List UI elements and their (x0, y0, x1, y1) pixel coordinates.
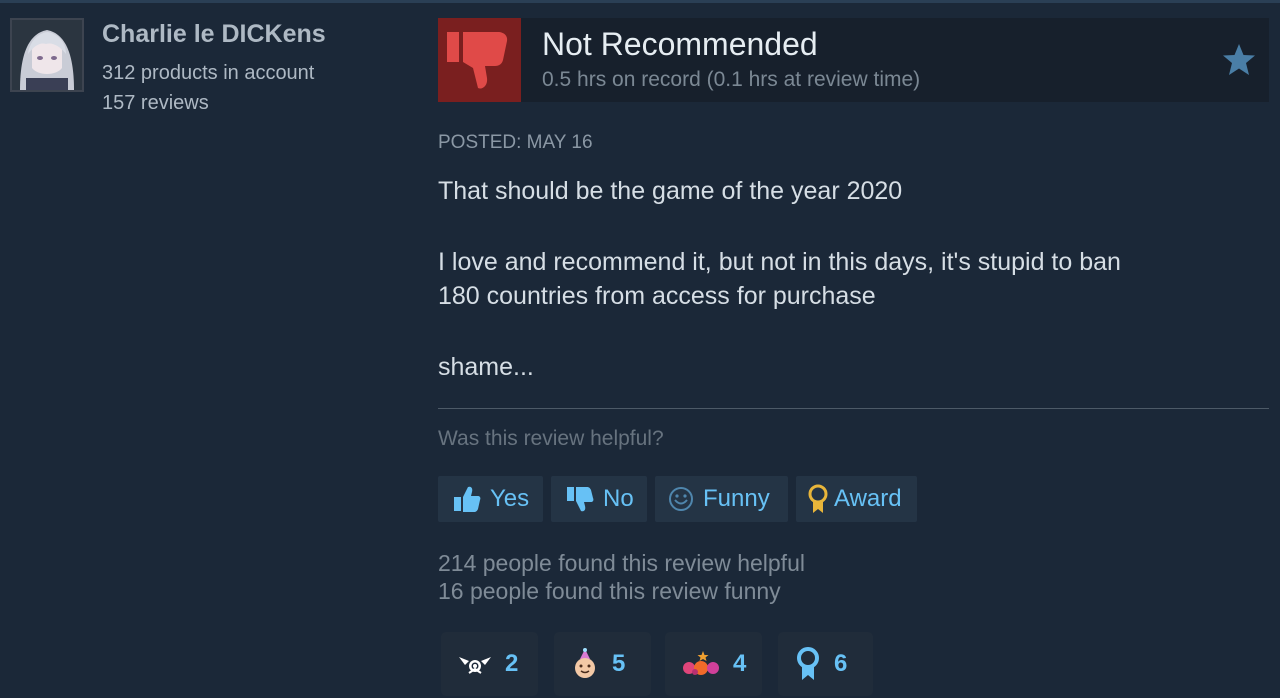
author-name[interactable]: Charlie le DICKens (102, 20, 326, 49)
helpful-count: 214 people found this review helpful (438, 550, 805, 576)
award-chip-winged[interactable]: 2 (441, 632, 538, 696)
vote-funny-label: Funny (703, 485, 770, 512)
vote-yes-button[interactable]: Yes (438, 476, 543, 522)
star-icon[interactable] (1221, 42, 1257, 78)
award-count: 2 (505, 650, 519, 677)
author-reviews-count[interactable]: 157 reviews (102, 92, 209, 115)
award-button[interactable]: Award (796, 476, 917, 522)
vote-yes-label: Yes (490, 485, 530, 512)
award-chip-confetti[interactable]: 4 (665, 632, 762, 696)
review-verdict[interactable]: Not Recommended (542, 26, 818, 63)
award-count: 4 (733, 650, 747, 677)
funny-count: 16 people found this review funny (438, 578, 781, 604)
review-author: Charlie le DICKens 312 products in accou… (10, 18, 410, 114)
vote-funny-button[interactable]: Funny (655, 476, 788, 522)
party-face-award-icon (575, 648, 595, 678)
award-label: Award (834, 485, 902, 512)
hours-on-record: 0.5 hrs on record (0.1 hrs at review tim… (542, 68, 921, 91)
top-border (0, 0, 1280, 3)
review-header: Not Recommended 0.5 hrs on record (0.1 h… (438, 18, 1269, 102)
smiley-icon (669, 487, 693, 511)
review-text-line: 180 countries from access for purchase (438, 282, 876, 310)
thumbs-down-badge (438, 18, 521, 102)
author-products-count[interactable]: 312 products in account (102, 62, 314, 85)
award-chip-party[interactable]: 5 (554, 632, 651, 696)
vote-no-button[interactable]: No (551, 476, 647, 522)
ribbon-medal-award-icon (797, 647, 819, 680)
review-text-line: shame... (438, 353, 534, 381)
review-text-line: That should be the game of the year 2020 (438, 177, 903, 205)
avatar-image (12, 20, 82, 90)
award-count: 5 (612, 650, 626, 677)
vote-no-label: No (603, 485, 634, 512)
award-medal-icon (808, 484, 828, 513)
divider (438, 408, 1269, 409)
review-text-line: I love and recommend it, but not in this… (438, 248, 1121, 276)
award-chip-ribbon[interactable]: 6 (778, 632, 873, 696)
thumbs-down-icon (567, 487, 594, 512)
posted-date: POSTED: MAY 16 (438, 132, 593, 153)
award-count: 6 (834, 650, 848, 677)
avatar[interactable] (10, 18, 84, 92)
winged-award-icon (459, 657, 491, 674)
helpful-question: Was this review helpful? (438, 427, 664, 450)
confetti-award-icon (683, 651, 719, 675)
thumbs-up-icon (454, 486, 481, 512)
thumbs-down-icon (447, 32, 508, 89)
